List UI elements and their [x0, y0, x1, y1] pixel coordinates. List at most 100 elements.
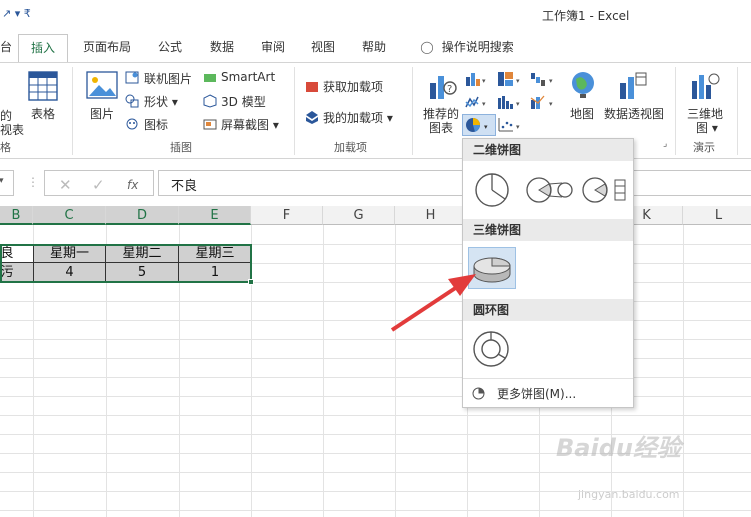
- gridline: [0, 415, 751, 416]
- recommended-charts-icon[interactable]: ?: [428, 71, 458, 101]
- screenshot-icon: [203, 119, 217, 130]
- pivotchart-icon[interactable]: [618, 71, 648, 101]
- icons-button[interactable]: 图标: [144, 116, 168, 133]
- screenshot-button[interactable]: 屏幕截图 ▾: [221, 116, 279, 133]
- pie-2d-option[interactable]: [473, 171, 513, 209]
- name-box[interactable]: ▾: [0, 170, 14, 196]
- tab-help[interactable]: 帮助: [354, 34, 394, 62]
- tab-home-partial[interactable]: 台: [0, 34, 12, 62]
- ribbon-insert: 的 视表 格 表格 图片 联机图片 形状 ▾ 图标 SmartArt 3D 模型…: [0, 63, 751, 159]
- column-header-f[interactable]: F: [251, 206, 323, 225]
- section-3d-pie: 三维饼图: [463, 219, 633, 241]
- enter-icon[interactable]: ✓: [92, 176, 105, 194]
- tell-me-search[interactable]: ◯ 操作说明搜索: [412, 34, 522, 62]
- my-addins-icon: [306, 111, 318, 124]
- statistic-chart-icon[interactable]: ▾: [497, 94, 523, 110]
- table-icon[interactable]: [28, 71, 58, 101]
- 3d-map-icon[interactable]: [690, 71, 720, 101]
- separator: [72, 67, 73, 155]
- svg-text:▾: ▾: [516, 77, 520, 85]
- gridline: [395, 225, 396, 517]
- fill-handle[interactable]: [248, 279, 254, 285]
- cube-3d-icon: [203, 94, 217, 108]
- hierarchy-chart-icon[interactable]: ▾: [497, 71, 523, 87]
- column-header-c[interactable]: C: [33, 206, 106, 225]
- donut-option[interactable]: [471, 329, 511, 369]
- get-addins-button[interactable]: 获取加载项: [323, 78, 383, 95]
- tab-page-layout[interactable]: 页面布局: [78, 34, 136, 62]
- combo-chart-icon[interactable]: ▾: [530, 94, 556, 110]
- separator: [412, 67, 413, 155]
- svg-text:▾: ▾: [482, 100, 486, 108]
- title-bar: ↗ ▾ ₹ 工作簿1 - Excel: [0, 0, 751, 30]
- my-addins-label: 我的加载项: [323, 111, 384, 125]
- column-header-d[interactable]: D: [106, 206, 179, 225]
- map-chart-icon[interactable]: [570, 71, 596, 99]
- more-pie-charts-button[interactable]: 更多饼图(M)...: [463, 383, 633, 405]
- column-header-e[interactable]: E: [179, 206, 251, 225]
- 3d-model-button[interactable]: 3D 模型: [221, 93, 266, 110]
- column-header-l[interactable]: L: [683, 206, 751, 225]
- smartart-icon: [204, 74, 216, 82]
- recommended-charts-label-2[interactable]: 图表: [429, 119, 453, 136]
- online-picture-button[interactable]: 联机图片: [144, 70, 192, 87]
- smartart-button[interactable]: SmartArt: [221, 70, 275, 84]
- tab-insert[interactable]: 插入: [18, 34, 68, 63]
- online-picture-icon: [125, 71, 139, 84]
- section-2d-pie: 二维饼图: [463, 139, 633, 161]
- chevron-down-icon: ▾: [0, 176, 4, 186]
- waterfall-chart-icon[interactable]: ▾: [530, 71, 556, 87]
- column-chart-icon[interactable]: ▾: [465, 71, 489, 87]
- formula-buttons: ✕ ✓ fx: [44, 170, 154, 196]
- shapes-button[interactable]: 形状 ▾: [144, 93, 178, 110]
- bar-of-pie-option[interactable]: [581, 175, 629, 205]
- ribbon-tabs: 台 插入 页面布局 公式 数据 审阅 视图 帮助 ◯ 操作说明搜索: [0, 34, 751, 63]
- cancel-icon[interactable]: ✕: [59, 176, 72, 194]
- pie-chart-icon: ▾: [466, 118, 488, 132]
- pie-of-pie-option[interactable]: [525, 175, 575, 205]
- column-header-b[interactable]: B: [0, 206, 33, 225]
- pie-chart-button[interactable]: ▾: [462, 114, 496, 136]
- line-chart-icon[interactable]: ▾: [465, 94, 489, 110]
- gridline: [323, 225, 324, 517]
- separator: [675, 67, 676, 155]
- map-chart-label[interactable]: 地图: [570, 105, 594, 122]
- tab-view[interactable]: 视图: [303, 34, 343, 62]
- table-button-label[interactable]: 表格: [31, 105, 55, 122]
- separator: [294, 67, 295, 155]
- shapes-label: 形状: [144, 95, 169, 109]
- gridline: [0, 358, 751, 359]
- 3d-map-label-2[interactable]: 图 ▾: [696, 119, 718, 136]
- quick-access-toolbar[interactable]: ↗ ▾ ₹: [2, 7, 31, 20]
- separator: [737, 67, 738, 155]
- scatter-chart-icon[interactable]: ▾: [498, 117, 524, 133]
- shapes-icon: [125, 94, 139, 108]
- dialog-launcher-icon[interactable]: ⌟: [663, 139, 667, 149]
- group-tables-partial: 格: [0, 141, 11, 154]
- watermark-url: jingyan.baidu.com: [578, 488, 680, 501]
- svg-text:▾: ▾: [516, 100, 520, 108]
- picture-button-label[interactable]: 图片: [90, 105, 114, 122]
- pie-3d-option[interactable]: [468, 247, 516, 289]
- selection-range: [0, 244, 252, 283]
- tab-review[interactable]: 审阅: [253, 34, 293, 62]
- icons-icon: [126, 118, 138, 130]
- pie-3d-icon: [473, 257, 511, 283]
- column-header-h[interactable]: H: [395, 206, 467, 225]
- tab-data[interactable]: 数据: [202, 34, 242, 62]
- formula-input[interactable]: 不良: [158, 170, 751, 196]
- picture-icon[interactable]: [86, 71, 118, 101]
- my-addins-button[interactable]: 我的加载项 ▾: [323, 109, 393, 126]
- fx-icon[interactable]: fx: [127, 178, 138, 192]
- gridline: [0, 510, 751, 511]
- tab-formulas[interactable]: 公式: [150, 34, 190, 62]
- pivot-label-2[interactable]: 视表: [0, 121, 24, 138]
- grip-icon: ⋮: [27, 175, 39, 189]
- gridline: [0, 301, 751, 302]
- svg-text:▾: ▾: [549, 77, 553, 85]
- formula-value: 不良: [171, 179, 198, 194]
- pivotchart-label[interactable]: 数据透视图: [604, 105, 664, 122]
- column-header-g[interactable]: G: [323, 206, 395, 225]
- watermark-logo: Baidu经验: [556, 434, 681, 462]
- gridline: [0, 377, 751, 378]
